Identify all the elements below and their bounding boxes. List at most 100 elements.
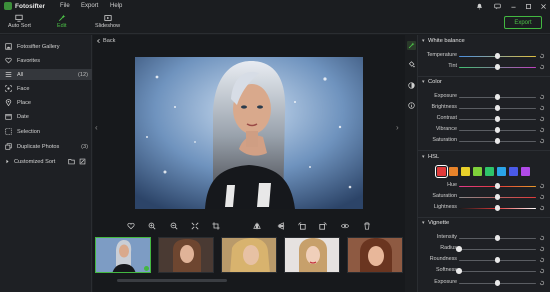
slider-track[interactable] [459,105,536,111]
slider-track[interactable] [459,257,536,263]
tint-slider[interactable]: Tint [418,62,550,72]
thumbnail[interactable] [95,237,151,273]
slider-knob[interactable] [494,105,501,111]
reset-icon[interactable] [539,138,545,144]
slider-track[interactable] [456,268,536,274]
menu-help[interactable]: Help [110,3,122,9]
prev-photo-arrow[interactable]: ‹ [95,123,98,132]
tab-info[interactable] [407,101,416,110]
softness-slider[interactable]: Softness [418,266,550,276]
menu-export[interactable]: Export [81,3,98,9]
slider-track[interactable] [459,116,536,122]
roundness-slider[interactable]: Roundness [418,255,550,265]
slider-knob[interactable] [494,127,501,133]
hsl-header[interactable]: ▾ HSL [418,152,550,162]
heart-icon[interactable] [127,222,135,230]
saturation-slider[interactable]: Saturation [418,136,550,146]
intensity-slider[interactable]: Intensity [418,233,550,243]
slider-knob[interactable] [456,268,462,274]
contrast-slider[interactable]: Contrast [418,114,550,124]
menu-file[interactable]: File [60,3,70,9]
slider-track[interactable] [459,53,536,59]
hsl-swatch[interactable] [521,167,530,176]
tab-bucket[interactable] [407,60,416,69]
edit-sort-icon[interactable] [79,158,86,165]
reset-icon[interactable] [539,246,545,252]
back-button[interactable]: Back [96,38,115,44]
exposure-slider[interactable]: Exposure [418,92,550,102]
slider-track[interactable] [459,127,536,133]
slider-knob[interactable] [494,257,501,263]
next-photo-arrow[interactable]: › [396,123,399,132]
reset-icon[interactable] [539,194,545,200]
sidebar-item-duplicate[interactable]: Duplicate Photos (3) [0,141,92,152]
slider-knob[interactable] [494,64,501,70]
thumbnail[interactable] [158,237,214,273]
slider-track[interactable] [459,183,536,189]
tab-adjust[interactable] [407,41,416,50]
zoom-in-icon[interactable] [148,222,156,230]
sidebar-item-date[interactable]: Date [0,111,92,122]
crop-icon[interactable] [212,222,220,230]
slider-track[interactable] [459,280,536,286]
radius-slider[interactable]: Radius [418,244,550,254]
slider-knob[interactable] [494,280,501,286]
slider-track[interactable] [459,64,536,70]
reset-icon[interactable] [539,183,545,189]
slideshow-button[interactable]: Slideshow [95,14,120,29]
slider-knob[interactable] [456,246,462,252]
slider-knob[interactable] [494,116,501,122]
sidebar-item-face[interactable]: Face [0,83,92,94]
white-balance-header[interactable]: ▾ White balance [418,36,550,46]
sidebar-item-customized-sort[interactable]: Customized Sort [0,156,92,167]
flip-vertical-icon[interactable] [277,222,285,230]
flip-horizontal-icon[interactable] [253,222,261,230]
slider-track[interactable] [459,138,536,144]
thumbnail[interactable] [347,237,403,273]
slider-track[interactable] [459,194,536,200]
color-header[interactable]: ▾ Color [418,77,550,87]
hsl-swatch[interactable] [509,167,518,176]
sidebar-item-gallery[interactable]: Fotosifter Gallery [0,41,92,52]
vignette-exposure-slider[interactable]: Exposure [418,278,550,288]
slider-knob[interactable] [494,138,501,144]
slider-knob[interactable] [494,205,501,211]
close-icon[interactable] [538,1,548,11]
edit-button[interactable]: Edit [57,14,66,29]
reset-icon[interactable] [539,235,545,241]
maximize-icon[interactable] [523,1,533,11]
hsl-swatch[interactable] [461,167,470,176]
rotate-right-icon[interactable] [319,222,327,230]
tab-filter[interactable] [407,81,416,90]
hsl-swatch[interactable] [449,167,458,176]
slider-track[interactable] [459,235,536,241]
folder-add-icon[interactable] [68,158,75,165]
slider-track[interactable] [459,205,536,211]
hsl-swatch[interactable] [473,167,482,176]
brightness-slider[interactable]: Brightness [418,103,550,113]
reset-icon[interactable] [539,116,545,122]
slider-knob[interactable] [494,235,501,241]
filmstrip-scrollbar[interactable] [117,279,227,282]
vibrance-slider[interactable]: Vibrance [418,125,550,135]
sidebar-item-favorites[interactable]: Favorites [0,55,92,66]
temperature-slider[interactable]: Temperature [418,51,550,61]
chat-icon[interactable] [492,1,502,11]
sidebar-item-selection[interactable]: Selection [0,126,92,137]
slider-knob[interactable] [494,183,501,189]
rotate-left-icon[interactable] [298,222,306,230]
reset-icon[interactable] [539,268,545,274]
slider-knob[interactable] [494,194,501,200]
hue-slider[interactable]: Hue [418,181,550,191]
slider-track[interactable] [456,246,536,252]
auto-sort-button[interactable]: Auto Sort [8,14,31,29]
hsl-swatch[interactable] [435,165,448,178]
hsl-swatch[interactable] [497,167,506,176]
reset-icon[interactable] [539,257,545,263]
slider-knob[interactable] [494,94,501,100]
lightness-slider[interactable]: Lightness [418,203,550,213]
reset-icon[interactable] [539,94,545,100]
sidebar-item-place[interactable]: Place [0,97,92,108]
reset-icon[interactable] [539,280,545,286]
export-button[interactable]: Export [504,16,542,29]
